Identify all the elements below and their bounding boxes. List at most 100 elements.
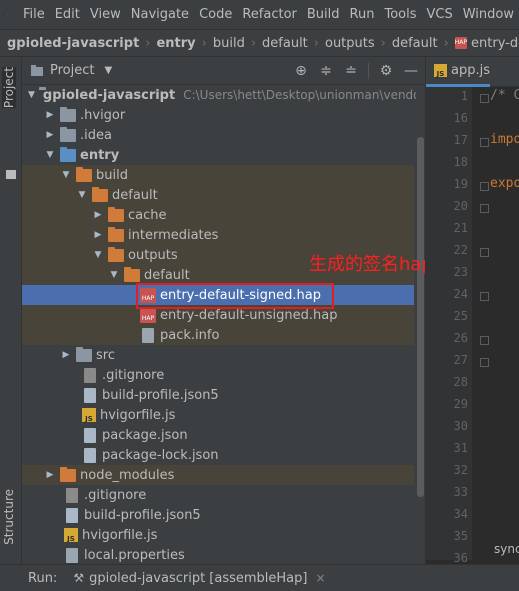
- breadcrumb-outputs[interactable]: outputs: [325, 36, 375, 51]
- scrollbar-thumb[interactable]: [417, 137, 424, 497]
- structure-tool-tab[interactable]: Structure: [2, 489, 16, 545]
- menu-view[interactable]: View: [85, 0, 126, 29]
- tree-label: default: [144, 267, 190, 283]
- tree-label: outputs: [128, 247, 178, 263]
- tree-row-pack-info[interactable]: pack.info: [22, 325, 414, 345]
- project-tree: ▼ gpioled-javascript C:\Users\hett\Deskt…: [22, 85, 425, 564]
- chevron-down-icon[interactable]: ▼: [44, 150, 56, 160]
- chevron-down-icon[interactable]: ▼: [92, 250, 104, 260]
- run-tool-bar: Run: ⚒ gpioled-javascript [assembleHap] …: [0, 564, 519, 591]
- menu-bar: File Edit View Navigate Code Refactor Bu…: [0, 0, 519, 29]
- tree-row-node-modules[interactable]: ▶ node_modules: [22, 465, 414, 485]
- tree-row-build[interactable]: ▼ build: [22, 165, 414, 185]
- project-tool-tab[interactable]: Project: [2, 67, 16, 109]
- tree-label: package-lock.json: [102, 447, 219, 463]
- chevron-down-icon[interactable]: ▼: [60, 170, 72, 180]
- fold-marker-icon[interactable]: [480, 182, 489, 191]
- menu-navigate[interactable]: Navigate: [126, 0, 194, 29]
- tree-row-hvigor[interactable]: ▶ .hvigor: [22, 105, 414, 125]
- menu-edit[interactable]: Edit: [50, 0, 85, 29]
- collapse-all-icon[interactable]: ≐: [343, 63, 359, 79]
- gear-icon[interactable]: ⚙: [378, 63, 394, 79]
- tree-row-src[interactable]: ▶ src: [22, 345, 414, 365]
- js-file-icon: JS: [82, 408, 96, 423]
- tree-row-entry-package[interactable]: package.json: [22, 425, 414, 445]
- chevron-down-icon[interactable]: ▼: [76, 190, 88, 200]
- tree-label: src: [96, 347, 115, 363]
- fold-marker-icon[interactable]: [480, 248, 489, 257]
- editor-pane: JS app.js 1 16 17 18 19 20 21 22 23 24 2…: [425, 57, 519, 565]
- menu-file[interactable]: File: [18, 0, 50, 29]
- chevron-right-icon: ›: [250, 35, 257, 51]
- run-config-tab[interactable]: ⚒ gpioled-javascript [assembleHap] ×: [73, 571, 325, 586]
- tree-scrollbar[interactable]: [416, 85, 425, 564]
- tree-label: build-profile.json5: [102, 387, 219, 403]
- tree-row-local-properties[interactable]: local.properties: [22, 545, 414, 564]
- line-number-gutter: 1 16 17 18 19 20 21 22 23 24 25 26 27 28…: [426, 87, 472, 565]
- tree-row-default[interactable]: ▼ default: [22, 185, 414, 205]
- menu-vcs[interactable]: VCS: [422, 0, 458, 29]
- tree-row-entry[interactable]: ▼ entry: [22, 145, 414, 165]
- line-number: 26: [453, 331, 468, 345]
- tree-row-cache[interactable]: ▶ cache: [22, 205, 414, 225]
- editor-status-text: sync: [494, 542, 519, 556]
- tree-row-intermediates[interactable]: ▶ intermediates: [22, 225, 414, 245]
- menu-build[interactable]: Build: [302, 0, 345, 29]
- tree-row-entry-build-profile[interactable]: build-profile.json5: [22, 385, 414, 405]
- project-panel: Project ▼ ⊕ ≑ ≐ ⚙ — ▼ gpioled-javascript…: [22, 57, 425, 564]
- tree-row-entry-hvigorfile[interactable]: JS hvigorfile.js: [22, 405, 414, 425]
- fold-marker-icon[interactable]: [480, 94, 489, 103]
- menu-code[interactable]: Code: [194, 0, 237, 29]
- tree-row-root-gitignore[interactable]: .gitignore: [22, 485, 414, 505]
- chevron-down-icon[interactable]: ▼: [108, 270, 120, 280]
- line-number: 27: [453, 353, 468, 367]
- breadcrumb-entry[interactable]: entry: [156, 36, 195, 51]
- line-number: 17: [453, 133, 468, 147]
- menu-window[interactable]: Window: [458, 0, 519, 29]
- tree-row-root-hvigorfile[interactable]: JS hvigorfile.js: [22, 525, 414, 545]
- code-line[interactable]: /* C: [490, 88, 519, 103]
- breadcrumb-build[interactable]: build: [213, 36, 245, 51]
- code-line[interactable]: expo: [490, 176, 519, 191]
- line-number: 19: [453, 177, 468, 191]
- tree-row-entry-gitignore[interactable]: .gitignore: [22, 365, 414, 385]
- breadcrumb-project[interactable]: gpioled-javascript: [7, 36, 139, 51]
- chevron-right-icon[interactable]: ▶: [44, 470, 56, 480]
- tree-row-root[interactable]: ▼ gpioled-javascript C:\Users\hett\Deskt…: [22, 85, 421, 105]
- chevron-right-icon: ›: [380, 35, 386, 51]
- chevron-down-icon[interactable]: ▼: [28, 90, 35, 100]
- editor-tab-app-js[interactable]: JS app.js: [426, 57, 490, 87]
- tree-row-idea[interactable]: ▶ .idea: [22, 125, 414, 145]
- chevron-right-icon[interactable]: ▶: [92, 210, 104, 220]
- menu-tools[interactable]: Tools: [379, 0, 421, 29]
- breadcrumb-default-2[interactable]: default: [392, 36, 438, 51]
- chevron-right-icon[interactable]: ▶: [60, 350, 72, 360]
- close-icon[interactable]: ×: [315, 571, 325, 585]
- menu-refactor[interactable]: Refactor: [237, 0, 302, 29]
- chevron-down-icon[interactable]: ▼: [104, 65, 112, 76]
- fold-marker-icon[interactable]: [480, 138, 489, 147]
- hap-file-icon: HAP: [454, 37, 468, 49]
- excluded-folder-icon: [124, 266, 140, 282]
- chevron-right-icon[interactable]: ▶: [92, 230, 104, 240]
- tree-label: .idea: [80, 127, 112, 143]
- fold-marker-icon[interactable]: [480, 292, 489, 301]
- tree-row-entry-package-lock[interactable]: package-lock.json: [22, 445, 414, 465]
- chevron-right-icon[interactable]: ▶: [44, 130, 56, 140]
- line-number: 1: [460, 89, 468, 103]
- tree-row-root-build-profile[interactable]: build-profile.json5: [22, 505, 414, 525]
- locate-icon[interactable]: ⊕: [293, 63, 309, 79]
- fold-marker-icon[interactable]: [480, 358, 489, 367]
- fold-marker-icon[interactable]: [480, 204, 489, 213]
- line-number: 23: [453, 265, 468, 279]
- menu-run[interactable]: Run: [345, 0, 380, 29]
- minimize-icon[interactable]: —: [403, 63, 419, 79]
- tree-label: cache: [128, 207, 167, 223]
- code-line[interactable]: impo: [490, 132, 519, 147]
- chevron-right-icon[interactable]: ▶: [44, 110, 56, 120]
- expand-all-icon[interactable]: ≑: [318, 63, 334, 79]
- breadcrumb-default[interactable]: default: [262, 36, 308, 51]
- fold-marker-icon[interactable]: [480, 336, 489, 345]
- folder-icon: [76, 346, 92, 362]
- breadcrumb-signed-hap[interactable]: entry-default-signe: [471, 36, 519, 51]
